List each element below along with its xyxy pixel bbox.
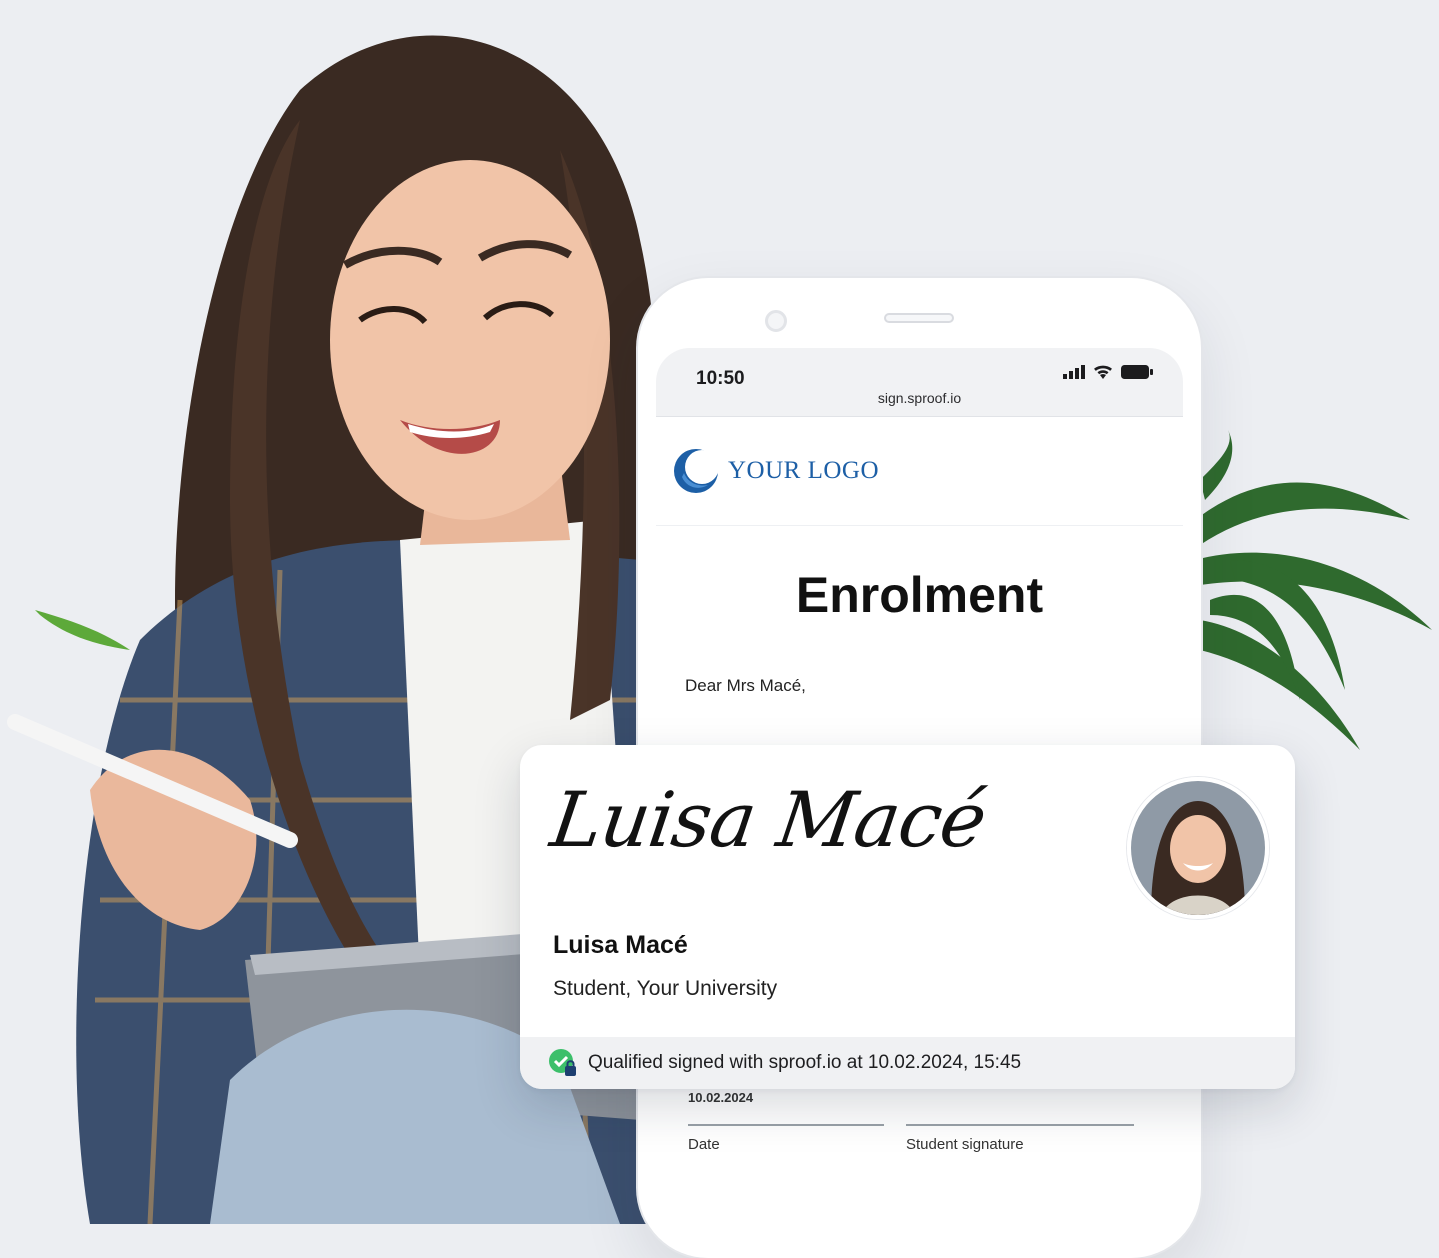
document-view: YOUR LOGO Enrolment Dear Mrs Macé, (656, 417, 1183, 696)
plant-right (1195, 430, 1432, 750)
browser-url[interactable]: sign.sproof.io (656, 390, 1183, 406)
signer-role: Student, Your University (553, 977, 778, 1000)
marketing-scene: 10:50 sign.sproof.io YOUR LOGO Enrolment… (0, 0, 1439, 1258)
avatar-photo (1131, 781, 1265, 915)
status-time: 10:50 (696, 368, 745, 389)
phone-camera (765, 310, 787, 332)
date-label: Date (688, 1136, 720, 1153)
battery-icon (1121, 365, 1153, 379)
avatar (1127, 777, 1269, 919)
signer-name: Luisa Macé (553, 931, 688, 959)
signature-label: Student signature (906, 1136, 1024, 1153)
document-logo: YOUR LOGO (656, 417, 1183, 526)
signature-footer-text: Qualified signed with sproof.io at 10.02… (588, 1052, 1022, 1073)
wifi-icon (1094, 365, 1112, 379)
status-icons (1063, 364, 1153, 380)
browser-status-bar: 10:50 sign.sproof.io (656, 348, 1183, 417)
date-line (688, 1124, 884, 1126)
signature-line (906, 1124, 1134, 1126)
logo-text: YOUR LOGO (728, 457, 880, 484)
document-greeting: Dear Mrs Macé, (685, 676, 806, 695)
signature-card: Luisa Macé Luisa Macé Student, Your Univ… (520, 745, 1295, 1089)
signal-icon (1063, 365, 1085, 379)
verified-lock-icon (549, 1049, 576, 1076)
phone-speaker (884, 313, 954, 323)
logo-crescent-icon (674, 449, 719, 493)
date-value: 10.02.2024 (688, 1090, 754, 1105)
document-title: Enrolment (795, 567, 1044, 623)
handwritten-signature: Luisa Macé (545, 775, 992, 864)
signature-footer: Qualified signed with sproof.io at 10.02… (520, 1037, 1295, 1089)
plant-left (35, 610, 130, 650)
